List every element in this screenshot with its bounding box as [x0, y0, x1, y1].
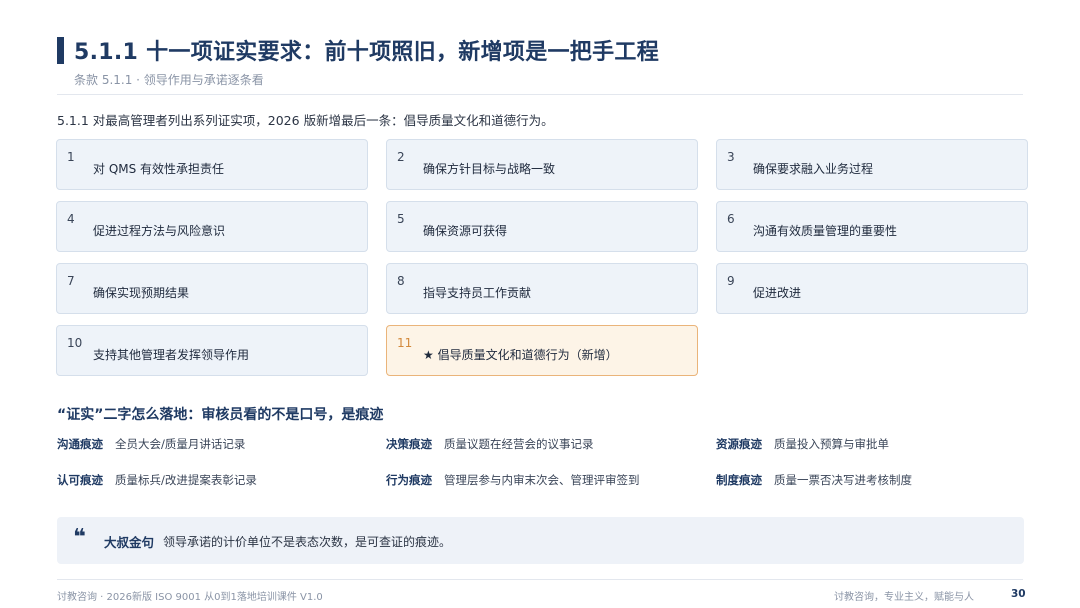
- quote-icon: ❝: [73, 525, 86, 550]
- requirement-card: 4 促进过程方法与风险意识: [56, 201, 368, 252]
- requirement-label: 确保方针目标与战略一致: [423, 162, 556, 176]
- requirement-number: 10: [67, 336, 83, 350]
- requirement-card: 7 确保实现预期结果: [56, 263, 368, 314]
- requirement-card-new: 11 ★ 倡导质量文化和道德行为（新增）: [386, 325, 698, 376]
- requirement-label: 确保实现预期结果: [93, 286, 190, 300]
- requirement-label: 指导支持员工作贡献: [423, 286, 532, 300]
- trace-key: 认可痕迹: [57, 473, 103, 487]
- trace-item: 资源痕迹 质量投入预算与审批单: [716, 436, 889, 452]
- header-divider: [57, 94, 1023, 95]
- requirement-card: 6 沟通有效质量管理的重要性: [716, 201, 1028, 252]
- page-title: 5.1.1 十一项证实要求：前十项照旧，新增项是一把手工程: [74, 40, 659, 65]
- trace-value: 质量投入预算与审批单: [774, 437, 889, 451]
- page-subtitle: 条款 5.1.1 · 领导作用与承诺逐条看: [74, 73, 264, 87]
- trace-value: 质量议题在经营会的议事记录: [444, 437, 594, 451]
- requirement-label: 对 QMS 有效性承担责任: [93, 162, 225, 176]
- requirement-card: 2 确保方针目标与战略一致: [386, 139, 698, 190]
- title-accent-bar: [57, 37, 64, 64]
- trace-key: 沟通痕迹: [57, 437, 103, 451]
- requirements-grid: 1 对 QMS 有效性承担责任 2 确保方针目标与战略一致 3 确保要求融入业务…: [56, 139, 1028, 376]
- requirement-label: 促进过程方法与风险意识: [93, 224, 226, 238]
- trace-item: 决策痕迹 质量议题在经营会的议事记录: [386, 436, 594, 452]
- requirement-number: 3: [727, 150, 735, 164]
- requirement-card: 8 指导支持员工作贡献: [386, 263, 698, 314]
- requirement-label: 沟通有效质量管理的重要性: [753, 224, 898, 238]
- requirement-label: ★ 倡导质量文化和道德行为（新增）: [423, 348, 618, 362]
- requirement-label: 支持其他管理者发挥领导作用: [93, 348, 250, 362]
- trace-value: 全员大会/质量月讲话记录: [115, 437, 246, 451]
- requirement-number: 1: [67, 150, 75, 164]
- requirement-label: 促进改进: [753, 286, 802, 300]
- requirement-card: 9 促进改进: [716, 263, 1028, 314]
- trace-item: 制度痕迹 质量一票否决写进考核制度: [716, 472, 912, 488]
- quote-tag: 大叔金句: [104, 535, 155, 550]
- trace-value: 质量一票否决写进考核制度: [774, 473, 912, 487]
- trace-item: 认可痕迹 质量标兵/改进提案表彰记录: [57, 472, 257, 488]
- requirement-label: 确保资源可获得: [423, 224, 508, 238]
- trace-key: 资源痕迹: [716, 437, 762, 451]
- quote-text: 领导承诺的计价单位不是表态次数，是可查证的痕迹。: [163, 535, 452, 549]
- trace-value: 质量标兵/改进提案表彰记录: [115, 473, 257, 487]
- footer-left: 讨教咨询 · 2026新版 ISO 9001 从0到1落地培训课件 V1.0: [57, 592, 323, 603]
- quote-box: ❝ 大叔金句 领导承诺的计价单位不是表态次数，是可查证的痕迹。: [57, 517, 1024, 564]
- requirement-number: 7: [67, 274, 75, 288]
- page-number: 30: [1011, 588, 1026, 600]
- requirement-number: 8: [397, 274, 405, 288]
- requirement-number: 6: [727, 212, 735, 226]
- requirement-number: 2: [397, 150, 405, 164]
- requirement-number: 4: [67, 212, 75, 226]
- evidence-heading: “证实”二字怎么落地：审核员看的不是口号，是痕迹: [57, 407, 384, 423]
- requirement-number: 11: [397, 336, 413, 350]
- requirement-card: 1 对 QMS 有效性承担责任: [56, 139, 368, 190]
- trace-item: 行为痕迹 管理层参与内审末次会、管理评审签到: [386, 472, 640, 488]
- requirement-card: 3 确保要求融入业务过程: [716, 139, 1028, 190]
- trace-key: 制度痕迹: [716, 473, 762, 487]
- requirement-number: 9: [727, 274, 735, 288]
- requirement-card: 10 支持其他管理者发挥领导作用: [56, 325, 368, 376]
- trace-key: 决策痕迹: [386, 437, 432, 451]
- intro-text: 5.1.1 对最高管理者列出系列证实项，2026 版新增最后一条：倡导质量文化和…: [57, 113, 554, 128]
- trace-value: 管理层参与内审末次会、管理评审签到: [444, 473, 640, 487]
- trace-key: 行为痕迹: [386, 473, 432, 487]
- footer-divider: [57, 579, 1023, 580]
- requirement-number: 5: [397, 212, 405, 226]
- trace-item: 沟通痕迹 全员大会/质量月讲话记录: [57, 436, 245, 452]
- footer-right: 讨教咨询，专业主义，赋能与人: [834, 592, 974, 603]
- requirement-card: 5 确保资源可获得: [386, 201, 698, 252]
- requirement-label: 确保要求融入业务过程: [753, 162, 874, 176]
